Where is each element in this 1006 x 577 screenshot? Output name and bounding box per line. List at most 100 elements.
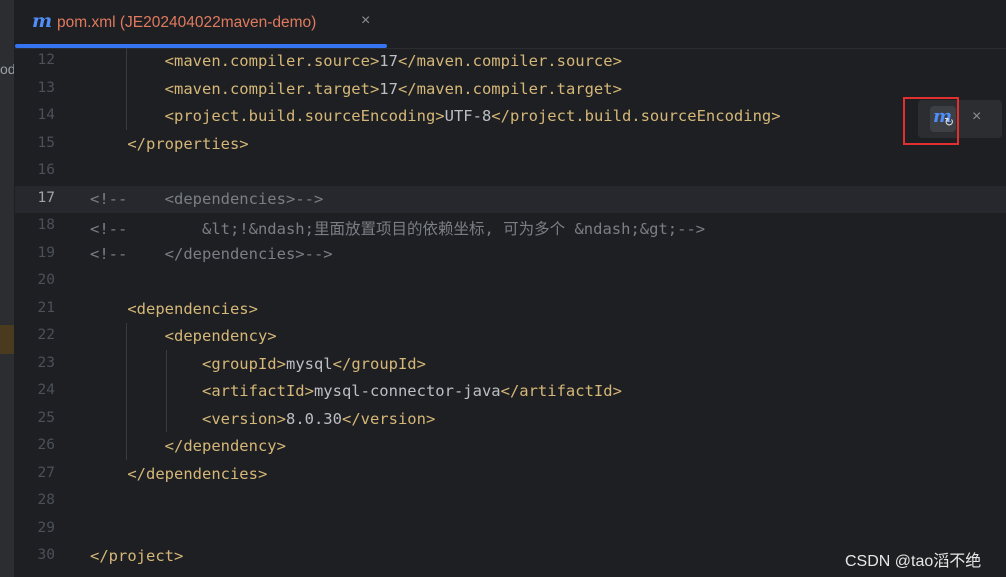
- code-line[interactable]: 26 </dependency>: [15, 433, 1006, 461]
- code-token: UTF-8: [444, 107, 492, 125]
- code-line[interactable]: 14 <project.build.sourceEncoding>UTF-8</…: [15, 103, 1006, 131]
- project-panel-fragment: od: [0, 61, 15, 77]
- tab-close-icon[interactable]: ×: [361, 12, 370, 30]
- xml-comment: <!-- &lt;!&ndash;里面放置项目的依赖坐标, 可为多个 &ndas…: [90, 220, 706, 238]
- line-number: 28: [37, 492, 55, 508]
- code-line[interactable]: 27 </dependencies>: [15, 461, 1006, 489]
- xml-tag: </properties>: [127, 134, 249, 153]
- xml-tag: </artifactId>: [500, 382, 622, 400]
- xml-comment: <!-- </dependencies>-->: [90, 244, 333, 263]
- code-text: </dependencies>: [90, 465, 267, 483]
- line-number: 16: [37, 162, 55, 178]
- code-line[interactable]: 17 <!-- <dependencies>-->: [15, 185, 1006, 213]
- editor-tab-bar: m pom.xml (JE202404022maven-demo) ×: [15, 0, 1006, 49]
- xml-comment: <!-- <dependencies>-->: [90, 189, 324, 208]
- xml-tag: <project.build.sourceEncoding>: [164, 107, 445, 125]
- line-number: 26: [37, 437, 55, 453]
- code-token: mysql-connector-java: [313, 382, 501, 400]
- code-token: mysql: [285, 354, 333, 373]
- line-number: 25: [37, 409, 55, 426]
- code-text: <version>8.0.30</version>: [90, 410, 435, 428]
- code-line[interactable]: 20: [15, 268, 1006, 296]
- xml-tag: </project>: [90, 547, 184, 565]
- line-number: 19: [37, 244, 55, 261]
- project-panel-selection: [0, 325, 14, 354]
- line-number: 15: [37, 134, 55, 151]
- tab-label: pom.xml (JE202404022maven-demo): [57, 14, 317, 31]
- line-number: 22: [37, 327, 55, 343]
- code-text: <groupId>mysql</groupId>: [90, 355, 426, 373]
- code-text: <!-- <dependencies>-->: [90, 190, 323, 208]
- code-text: <!-- &lt;!&ndash;里面放置项目的依赖坐标, 可为多个 &ndas…: [90, 217, 705, 239]
- line-number: 13: [37, 79, 55, 96]
- line-number: 12: [37, 52, 55, 68]
- code-line[interactable]: 19 <!-- </dependencies>-->: [15, 241, 1006, 269]
- code-line[interactable]: 12 <maven.compiler.source>17</maven.comp…: [15, 48, 1006, 76]
- xml-tag: <dependency>: [164, 327, 277, 345]
- code-text: <artifactId>mysql-connector-java</artifa…: [90, 382, 622, 400]
- xml-tag: </maven.compiler.target>: [397, 79, 622, 98]
- code-line[interactable]: 23 <groupId>mysql</groupId>: [15, 351, 1006, 379]
- code-text: </project>: [90, 547, 183, 565]
- maven-m-icon: m: [32, 10, 53, 32]
- xml-tag: </dependencies>: [127, 464, 268, 483]
- code-line[interactable]: 13 <maven.compiler.target>17</maven.comp…: [15, 76, 1006, 104]
- code-line[interactable]: 18 <!-- &lt;!&ndash;里面放置项目的依赖坐标, 可为多个 &nd…: [15, 213, 1006, 241]
- code-text: </properties>: [90, 134, 249, 153]
- code-token: 17: [379, 79, 398, 98]
- line-number: 20: [37, 272, 55, 288]
- xml-tag: </project.build.sourceEncoding>: [491, 107, 781, 125]
- code-line[interactable]: 28: [15, 488, 1006, 516]
- watermark: CSDN @tao滔不绝: [845, 553, 982, 570]
- line-number: 14: [37, 107, 55, 123]
- xml-tag: <artifactId>: [201, 382, 314, 400]
- line-number: 18: [37, 217, 55, 233]
- code-text: <dependencies>: [90, 300, 258, 318]
- xml-tag: <maven.compiler.source>: [164, 52, 380, 70]
- highlight-box: [903, 97, 959, 145]
- code-line[interactable]: 21 <dependencies>: [15, 296, 1006, 324]
- code-text: <maven.compiler.source>17</maven.compile…: [90, 52, 622, 70]
- xml-tag: <dependencies>: [127, 299, 258, 318]
- code-line[interactable]: 25 <version>8.0.30</version>: [15, 406, 1006, 434]
- code-token: 8.0.30: [285, 409, 342, 428]
- project-panel-edge: od: [0, 0, 15, 577]
- code-line[interactable]: 16: [15, 158, 1006, 186]
- xml-tag: </dependency>: [164, 437, 286, 455]
- code-text: <project.build.sourceEncoding>UTF-8</pro…: [90, 107, 781, 125]
- code-text: <!-- </dependencies>-->: [90, 245, 333, 263]
- code-line[interactable]: 24 <artifactId>mysql-connector-java</art…: [15, 378, 1006, 406]
- line-number: 27: [37, 464, 55, 481]
- tab-pom-xml[interactable]: m pom.xml (JE202404022maven-demo) ×: [15, 0, 387, 48]
- code-line[interactable]: 29: [15, 516, 1006, 544]
- close-popup-icon[interactable]: ×: [972, 108, 981, 126]
- xml-tag: </maven.compiler.source>: [397, 52, 622, 70]
- code-line[interactable]: 15 </properties>: [15, 131, 1006, 159]
- xml-tag: <version>: [201, 409, 286, 428]
- line-number: 17: [37, 189, 55, 206]
- code-editor[interactable]: 12 <maven.compiler.source>17</maven.comp…: [15, 48, 1006, 577]
- code-text: <maven.compiler.target>17</maven.compile…: [90, 80, 622, 98]
- xml-tag: </version>: [341, 409, 436, 428]
- code-text: <dependency>: [90, 327, 277, 345]
- code-token: 17: [379, 52, 398, 70]
- code-line[interactable]: 22 <dependency>: [15, 323, 1006, 351]
- line-number: 23: [37, 354, 55, 371]
- xml-tag: <maven.compiler.target>: [164, 79, 380, 98]
- xml-tag: </groupId>: [332, 354, 426, 373]
- line-number: 24: [37, 382, 55, 398]
- line-number: 30: [37, 547, 55, 563]
- line-number: 21: [37, 299, 55, 316]
- xml-tag: <groupId>: [201, 354, 286, 373]
